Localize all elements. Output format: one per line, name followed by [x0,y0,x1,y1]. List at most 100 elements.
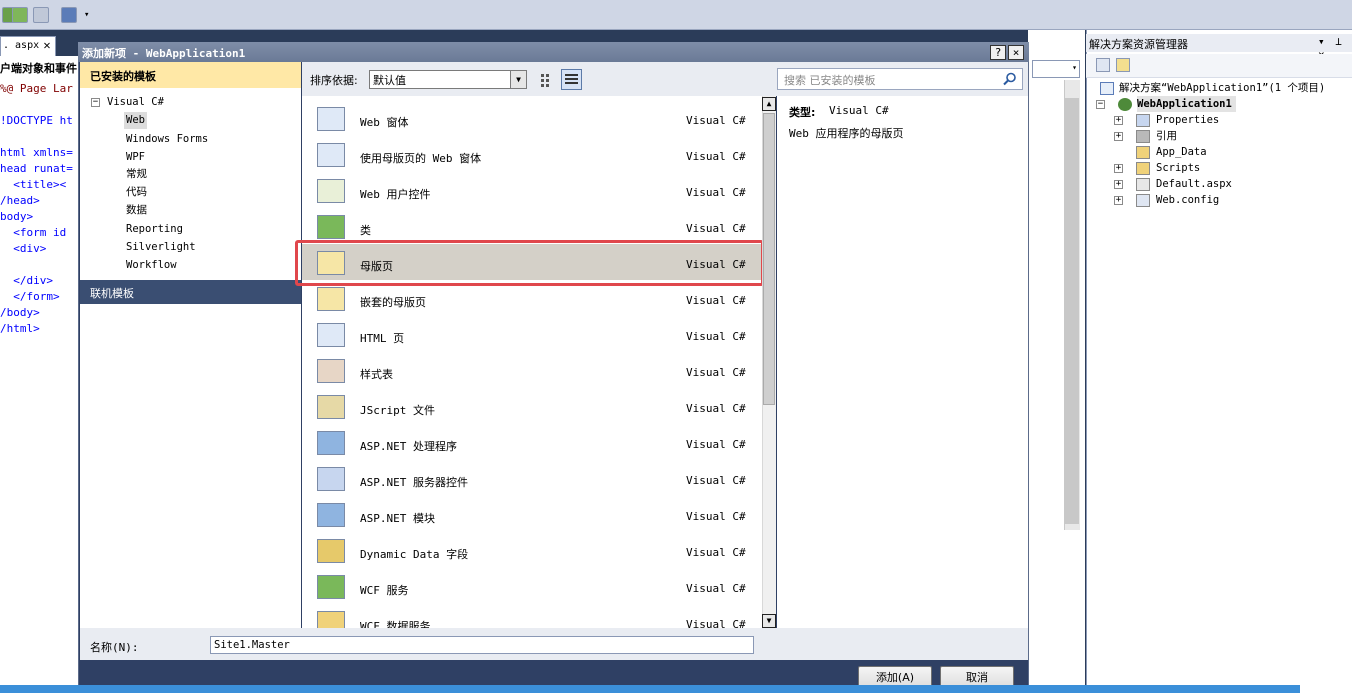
expand-icon[interactable]: + [1114,132,1123,141]
template-name: 使用母版页的 Web 窗体 [360,152,482,165]
search-icon[interactable] [1003,72,1017,86]
step-icon[interactable] [12,7,28,23]
code-line[interactable]: body> [0,210,78,226]
template-item[interactable]: ASP.NET 模块 Visual C# [302,496,762,532]
category-item[interactable]: Silverlight [126,239,196,255]
solution-item-label: App_Data [1156,146,1207,158]
code-line[interactable]: </div> [0,274,78,290]
template-type: Visual C# [686,366,746,379]
close-button[interactable]: × [1008,45,1024,60]
template-item[interactable]: 类 Visual C# [302,208,762,244]
template-item[interactable]: ASP.NET 服务器控件 Visual C# [302,460,762,496]
editor-tab-label: . aspx [3,40,40,51]
code-line[interactable]: /body> [0,306,78,322]
editor-navigation-bar[interactable]: 户端对象和事件 [0,60,78,78]
template-item[interactable]: Web 窗体 Visual C# [302,100,762,136]
template-type: Visual C# [686,438,746,451]
category-item[interactable]: 数据 [126,202,147,218]
window-icon[interactable] [33,7,49,23]
solution-item-label: 引用 [1156,130,1177,142]
expand-icon[interactable]: + [1114,180,1123,189]
item-icon [1136,146,1150,159]
solution-item-label: Properties [1156,114,1220,126]
solution-item-label: Scripts [1156,162,1201,174]
template-name: ASP.NET 模块 [360,512,435,525]
template-type: Visual C# [686,510,746,523]
template-item[interactable]: Dynamic Data 字段 Visual C# [302,532,762,568]
collapse-icon[interactable]: − [1096,100,1105,109]
category-item[interactable]: Workflow [126,257,177,273]
code-line[interactable]: head runat= [0,162,78,178]
template-name: 样式表 [360,368,393,381]
code-line[interactable]: /html> [0,322,78,338]
module-icon [317,503,345,527]
dialog-title: 添加新项 - WebApplication1 [78,42,1029,62]
template-item[interactable]: 嵌套的母版页 Visual C# [302,280,762,316]
sort-dropdown[interactable]: 默认值 [369,70,527,89]
details-view-icon[interactable] [561,69,582,90]
expand-icon[interactable]: + [1114,196,1123,205]
scroll-up-arrow-icon[interactable]: ▲ [762,97,776,111]
small-icons-view-icon[interactable] [538,70,556,89]
template-description: Web 应用程序的母版页 [789,127,904,140]
item-icon [1136,194,1150,207]
code-line[interactable]: /head> [0,194,78,210]
template-item[interactable]: 样式表 Visual C# [302,352,762,388]
category-item[interactable]: 代码 [126,184,147,200]
type-value: Visual C# [829,104,889,117]
code-line[interactable]: !DOCTYPE ht [0,114,78,130]
template-item[interactable]: Web 用户控件 Visual C# [302,172,762,208]
code-line[interactable]: </form> [0,290,78,306]
solution-item-label: Default.aspx [1156,178,1232,190]
template-item[interactable]: 使用母版页的 Web 窗体 Visual C# [302,136,762,172]
category-item[interactable]: WPF [126,149,145,165]
code-line[interactable]: %@ Page Lar [0,82,78,98]
template-type: Visual C# [686,222,746,235]
panel-controls[interactable]: ▾ ⊥ × [1318,35,1352,61]
overflow-chevron-icon[interactable]: ▾ [84,10,89,20]
template-name: ASP.NET 服务器控件 [360,476,468,489]
collapse-icon[interactable]: − [91,98,100,107]
show-all-files-icon[interactable] [1116,58,1130,72]
code-line[interactable]: <title>< [0,178,78,194]
template-item[interactable]: WCF 服务 Visual C# [302,568,762,604]
chevron-down-icon: ▾ [1072,63,1077,72]
online-templates-header[interactable]: 联机模板 [80,280,301,304]
close-icon[interactable]: ✕ [41,38,53,52]
class-icon [317,215,345,239]
member-dropdown[interactable]: ▾ [1032,60,1080,78]
template-type: Visual C# [686,114,746,127]
template-name: Web 窗体 [360,116,409,129]
item-icon [1136,114,1150,127]
category-item[interactable]: Web [126,112,145,128]
properties-icon[interactable] [1096,58,1110,72]
category-item[interactable]: Reporting [126,221,183,237]
sort-label: 排序依据: [310,74,358,87]
category-item[interactable]: 常规 [126,166,147,182]
template-type: Visual C# [686,546,746,559]
name-input[interactable]: Site1.Master [210,636,754,654]
template-type: Visual C# [686,294,746,307]
category-item[interactable]: Windows Forms [126,131,208,147]
template-search-input[interactable]: 搜索 已安装的模板 [777,68,1023,90]
code-line[interactable]: <div> [0,242,78,258]
scroll-down-arrow-icon[interactable]: ▼ [762,614,776,628]
template-name: 类 [360,224,371,237]
editor-scrollbar-thumb[interactable] [1065,98,1079,524]
expand-icon[interactable]: + [1114,164,1123,173]
template-item[interactable]: HTML 页 Visual C# [302,316,762,352]
chevron-down-icon[interactable]: ▼ [510,71,526,88]
description-panel [777,96,1028,628]
template-item[interactable]: ASP.NET 处理程序 Visual C# [302,424,762,460]
template-item[interactable]: JScript 文件 Visual C# [302,388,762,424]
code-line[interactable]: html xmlns= [0,146,78,162]
expand-icon[interactable]: + [1114,116,1123,125]
help-button[interactable]: ? [990,45,1006,60]
code-line[interactable]: <form id [0,226,78,242]
scrollbar-thumb[interactable] [763,113,775,405]
template-item[interactable]: 母版页 Visual C# [302,244,762,280]
installed-templates-header[interactable]: 已安装的模板 [80,62,301,88]
properties-icon[interactable] [61,7,77,23]
template-type: Visual C# [686,330,746,343]
category-visual-csharp[interactable]: Visual C# [107,94,164,110]
